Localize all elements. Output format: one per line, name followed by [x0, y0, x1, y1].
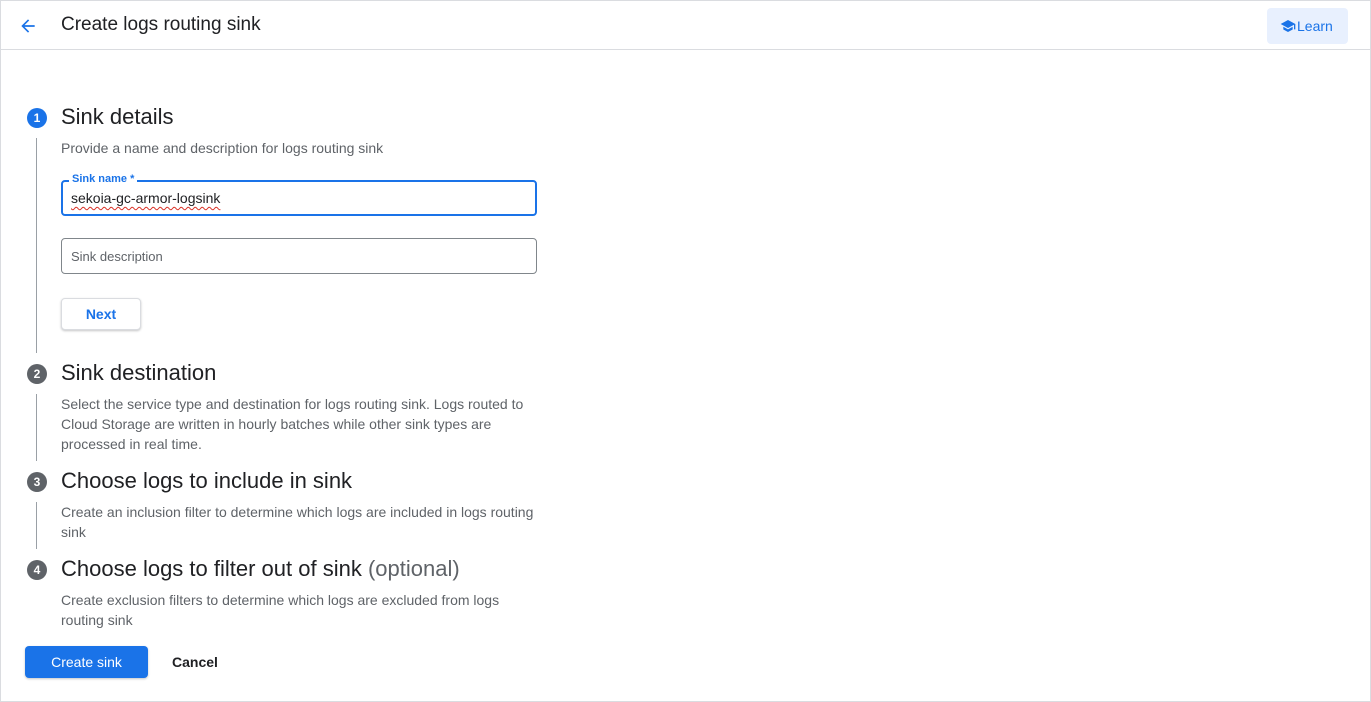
step-4-description: Create exclusion filters to determine wh… [61, 592, 500, 628]
step-1-description: Provide a name and description for logs … [61, 140, 384, 156]
sink-description-field[interactable]: Sink description [61, 238, 537, 274]
create-sink-button[interactable]: Create sink [25, 646, 148, 678]
step-3-title[interactable]: Choose logs to include in sink [61, 468, 352, 494]
step-4-title[interactable]: Choose logs to filter out of sink (optio… [61, 556, 460, 582]
sink-name-input[interactable]: sekoia-gc-armor-logsink [71, 190, 220, 206]
school-icon [1280, 20, 1296, 32]
cancel-button[interactable]: Cancel [160, 646, 230, 678]
sink-name-field[interactable]: Sink name * sekoia-gc-armor-logsink [61, 173, 537, 216]
step-4-optional-tag: (optional) [367, 556, 460, 581]
step-4-indicator: 4 [27, 560, 47, 580]
next-button[interactable]: Next [61, 298, 141, 330]
learn-button[interactable]: Learn [1267, 8, 1348, 44]
page-title: Create logs routing sink [61, 14, 261, 35]
page-header: Create logs routing sink Learn [1, 1, 1370, 50]
step-2-description: Select the service type and destination … [61, 396, 524, 452]
step-3-description: Create an inclusion filter to determine … [61, 504, 534, 540]
step-1-title[interactable]: Sink details [61, 104, 174, 130]
step-2-connector [36, 394, 37, 461]
back-button[interactable] [11, 9, 45, 43]
step-1-indicator: 1 [27, 108, 47, 128]
step-2-indicator: 2 [27, 364, 47, 384]
learn-label: Learn [1297, 18, 1333, 34]
step-2-title[interactable]: Sink destination [61, 360, 216, 386]
sink-description-input[interactable]: Sink description [71, 249, 163, 264]
step-3-indicator: 3 [27, 472, 47, 492]
step-3-connector [36, 502, 37, 549]
step-4-title-text: Choose logs to filter out of sink [61, 556, 362, 581]
sink-name-label: Sink name * [69, 173, 138, 185]
step-1-connector [36, 138, 37, 353]
arrow-back-icon [21, 19, 35, 33]
